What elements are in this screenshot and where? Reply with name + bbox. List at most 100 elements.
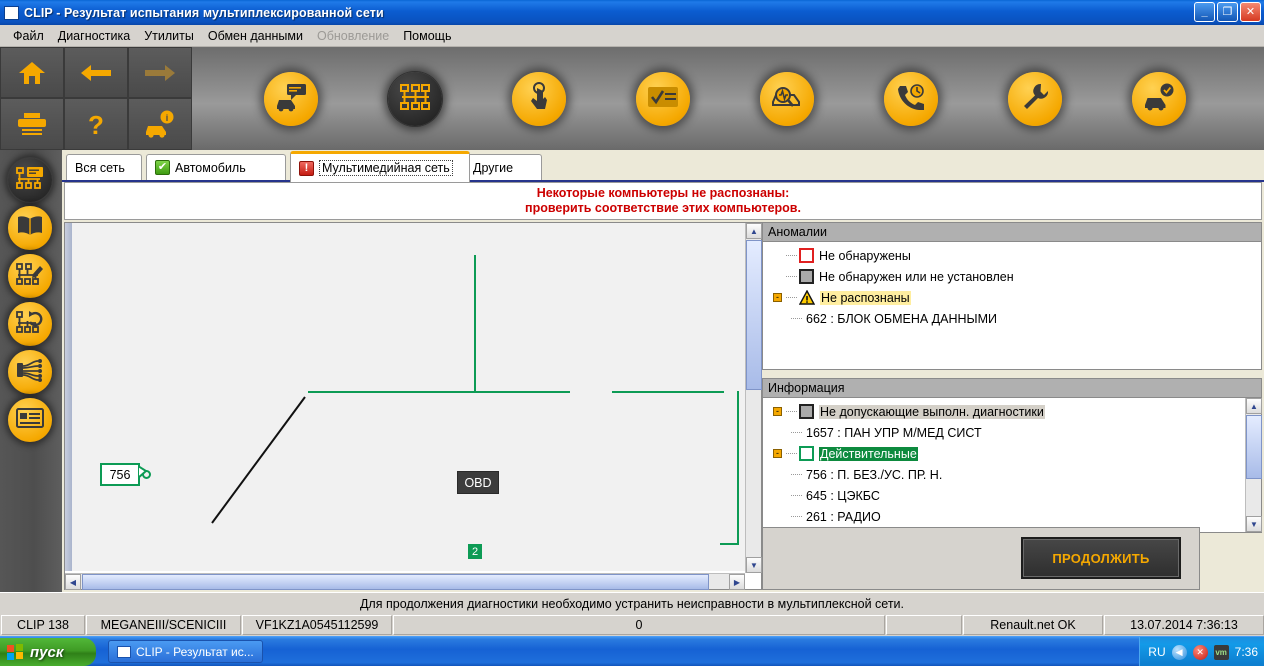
menu-item-diagnostics[interactable]: Диагностика [51,27,137,45]
tray-vm-icon[interactable]: vm [1213,644,1229,660]
anomalies-tree[interactable]: Не обнаружены Не обнаружен или не устано… [763,242,1261,369]
tree-connector [791,432,802,433]
phone-support-icon [896,82,926,117]
status-message: Для продолжения диагностики необходимо у… [0,592,1264,614]
diagram-hscrollbar[interactable]: ◀ ▶ [65,573,745,590]
toolbar: ? i [0,47,1264,150]
sidebar-network-refresh-button[interactable] [8,302,52,346]
network-diagram-canvas[interactable]: 756 645 1714 OBD E1 1657 261 662 2 1 [72,223,746,571]
info-item-756[interactable]: 756 : П. БЕЗ./УС. ПР. Н. [763,464,1244,485]
window-title: CLIP - Результат испытания мультиплексир… [24,5,384,20]
svg-text:i: i [166,113,169,123]
vehicle-info-icon: i [142,110,178,138]
warning-line-1: Некоторые компьютеры не распознаны: [536,186,790,200]
start-button[interactable]: пуск [0,638,96,666]
print-button[interactable] [0,98,64,150]
close-button[interactable]: ✕ [1240,2,1261,22]
warning-line-2: проверить соответствие этих компьютеров. [525,201,801,215]
toolbar-vehicle-message-button[interactable] [264,72,318,126]
taskbar-item-clip[interactable]: CLIP - Результат ис... [108,640,263,663]
tree-collapse-icon[interactable]: - [773,293,782,302]
minimize-button[interactable]: _ [1194,2,1215,22]
toolbar-wrench-button[interactable] [1008,72,1062,126]
menu-item-utilities[interactable]: Утилиты [137,27,201,45]
status-vin-number: VF1KZ1A0545112599 [242,615,392,635]
information-scroll-down-icon[interactable]: ▼ [1246,516,1262,532]
node-obd[interactable]: OBD [457,471,499,494]
info-group-no-diagnostics-label: Не допускающие выполн. диагностики [819,404,1045,419]
menu-item-file[interactable]: Файл [6,27,51,45]
node-756[interactable]: 756 [100,463,140,486]
window-icon [4,5,19,20]
back-arrow-icon [79,63,113,83]
toolbar-vehicle-check-button[interactable] [1132,72,1186,126]
diagram-scroll-down-icon[interactable]: ▼ [746,557,762,573]
information-vscrollbar[interactable]: ▲ ▼ [1245,398,1262,532]
menu-item-data-exchange[interactable]: Обмен данными [201,27,310,45]
tree-connector [791,516,802,517]
document-list-icon [16,407,44,434]
toolbar-checklist-button[interactable] [636,72,690,126]
tray-expand-icon[interactable]: ◀ [1171,644,1187,660]
anomaly-row-not-installed[interactable]: Не обнаружен или не установлен [763,266,1261,287]
diagram-hscroll-thumb[interactable] [82,574,709,590]
window-controls: _ ❐ ✕ [1194,2,1261,22]
wiring-harness-icon [16,358,44,387]
toolbar-vehicle-scan-button[interactable] [760,72,814,126]
check-ok-icon: ✔ [155,160,170,175]
diagram-scroll-up-icon[interactable]: ▲ [746,223,762,239]
diagram-scroll-right-icon[interactable]: ▶ [729,574,745,590]
anomalies-panel: Аномалии Не обнаружены Не обнаружен или … [762,222,1262,370]
sidebar-network-info-button[interactable] [8,158,52,202]
back-button[interactable] [64,47,128,98]
information-title: Информация [763,379,1261,398]
anomaly-row-not-detected[interactable]: Не обнаружены [763,245,1261,266]
info-item-1657-label: 1657 : ПАН УПР М/МЕД СИСТ [806,425,982,440]
diagram-vscroll-thumb[interactable] [746,240,762,390]
tree-collapse-icon[interactable]: - [773,449,782,458]
toolbar-network-diagram-button[interactable] [388,72,442,126]
menu-item-help[interactable]: Помощь [396,27,458,45]
network-refresh-icon [16,310,44,339]
tree-collapse-icon[interactable]: - [773,407,782,416]
toolbar-phone-support-button[interactable] [884,72,938,126]
tree-connector [786,411,797,412]
maximize-button[interactable]: ❐ [1217,2,1238,22]
window-icon [117,645,131,658]
information-tree[interactable]: - Не допускающие выполн. диагностики 165… [763,398,1244,532]
tab-multimedia-network[interactable]: ! Мультимедийная сеть [290,151,470,182]
tree-connector [786,255,797,256]
info-item-1657[interactable]: 1657 : ПАН УПР М/МЕД СИСТ [763,422,1244,443]
vehicle-info-button[interactable]: i [128,98,192,150]
info-group-no-diagnostics[interactable]: - Не допускающие выполн. диагностики [763,401,1244,422]
sidebar-wiring-harness-button[interactable] [8,350,52,394]
help-button[interactable]: ? [64,98,128,150]
anomaly-row-unrecognized[interactable]: - Не распознаны [763,287,1261,308]
sidebar-document-list-button[interactable] [8,398,52,442]
tray-clock[interactable]: 7:36 [1235,645,1258,659]
info-group-valid[interactable]: - Действительные [763,443,1244,464]
diagram-scroll-left-icon[interactable]: ◀ [65,574,81,590]
tab-others-label: Другие [473,160,514,175]
info-item-645[interactable]: 645 : ЦЭКБС [763,485,1244,506]
tab-all-network[interactable]: Вся сеть [66,154,142,180]
information-scroll-up-icon[interactable]: ▲ [1246,398,1262,414]
continue-button[interactable]: ПРОДОЛЖИТЬ [1021,537,1181,579]
info-item-261[interactable]: 261 : РАДИО [763,506,1244,527]
home-button[interactable] [0,47,64,98]
forward-arrow-icon [143,63,177,83]
toolbar-hand-touch-button[interactable] [512,72,566,126]
sidebar-book-button[interactable] [8,206,52,250]
tray-language-label[interactable]: RU [1148,645,1165,659]
tray-antivirus-icon[interactable]: ✕ [1192,644,1208,660]
tab-vehicle[interactable]: ✔ Автомобиль [146,154,286,180]
status-vehicle-model: MEGANEIII/SCENICIII [86,615,241,635]
tree-connector [791,318,802,319]
information-vscroll-thumb[interactable] [1246,415,1262,479]
system-tray: RU ◀ ✕ vm 7:36 [1139,637,1264,666]
diagram-vscrollbar[interactable]: ▲ ▼ [745,223,762,573]
anomaly-child-662[interactable]: 662 : БЛОК ОБМЕНА ДАННЫМИ [763,308,1261,329]
sidebar-network-edit-button[interactable] [8,254,52,298]
anomaly-label-not-installed: Не обнаружен или не установлен [819,269,1014,284]
tab-vehicle-label: Автомобиль [175,160,246,175]
